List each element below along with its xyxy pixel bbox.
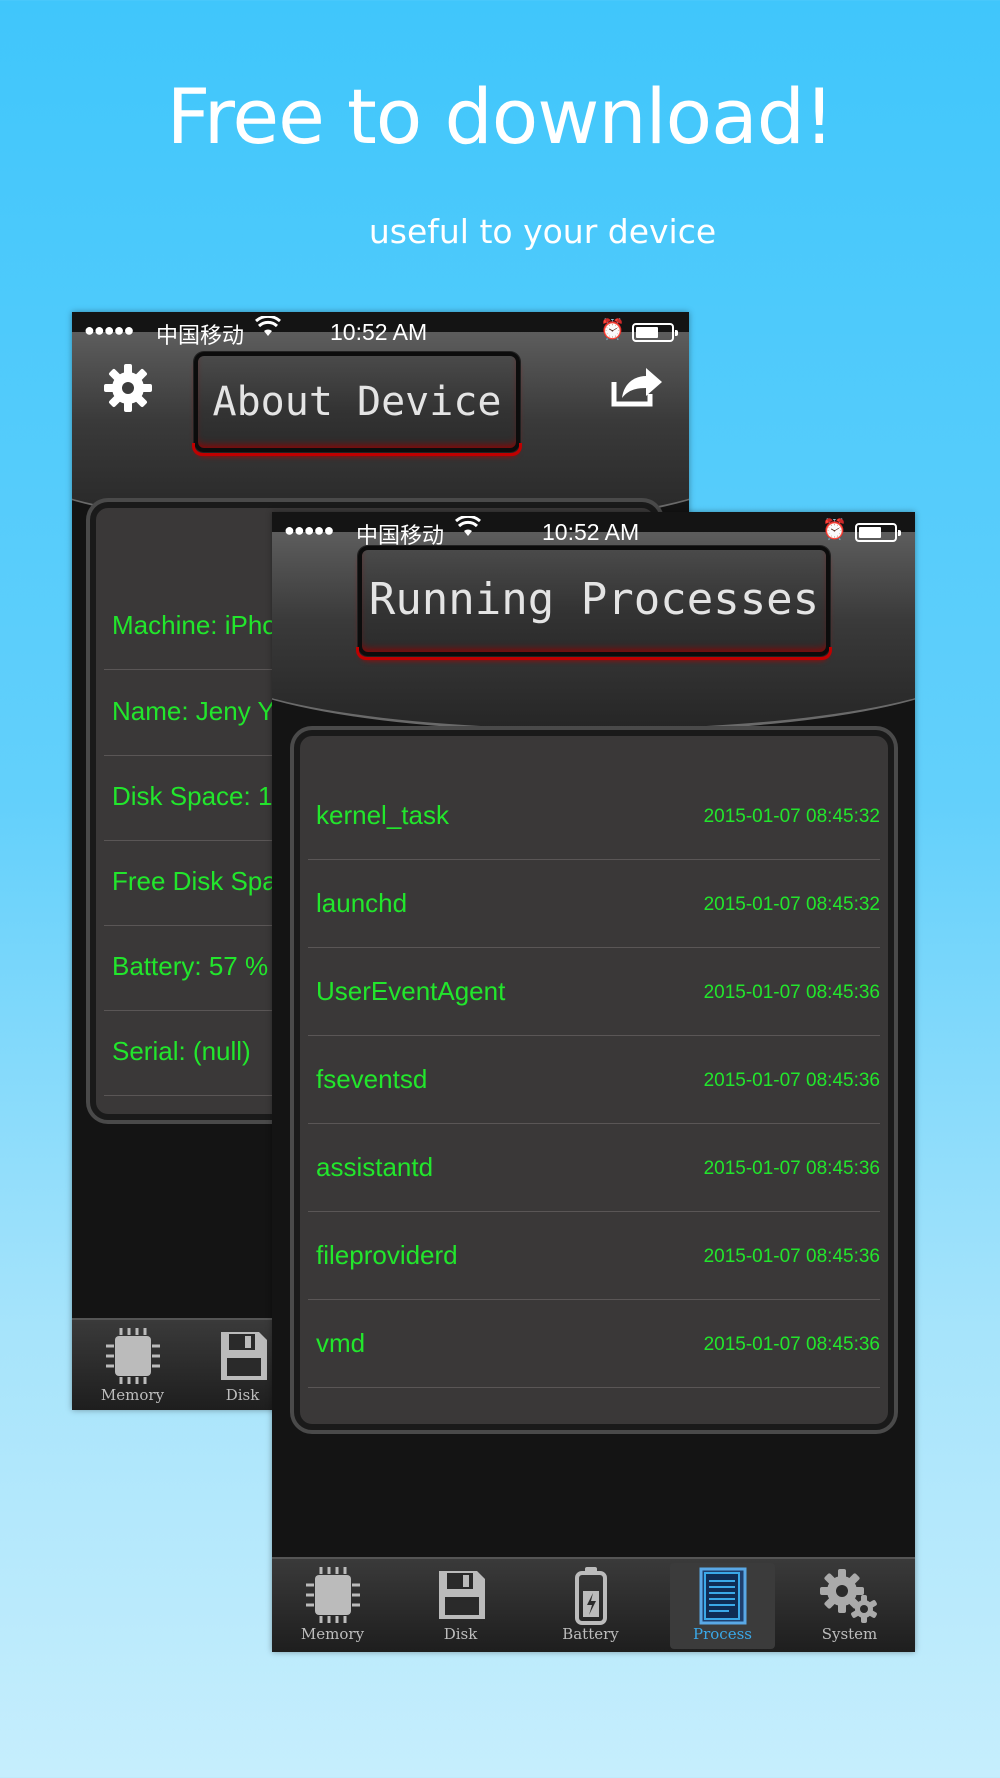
signal-dots: ●●●●● (284, 520, 334, 540)
process-name: launchd (316, 888, 408, 918)
process-name: vmd (316, 1328, 366, 1358)
gears-icon (797, 1565, 902, 1625)
process-row[interactable]: kernel_task 2015-01-07 08:45:32 (308, 772, 880, 860)
tab-process[interactable]: Process (670, 1563, 775, 1649)
info-label: Machine: iPho (112, 610, 277, 640)
chip-icon (280, 1565, 385, 1625)
battery-icon (538, 1565, 643, 1625)
status-time: 10:52 AM (330, 319, 428, 345)
battery-status-icon (855, 523, 901, 542)
process-row[interactable]: assistantd 2015-01-07 08:45:36 (308, 1124, 880, 1212)
settings-gear-icon[interactable] (102, 362, 154, 419)
process-row[interactable]: vmd 2015-01-07 08:45:36 (308, 1300, 880, 1388)
wifi-icon (455, 514, 481, 544)
process-start-time: 2015-01-07 08:45:36 (703, 1246, 880, 1267)
tab-label: System (821, 1625, 878, 1643)
info-label: Name: Jeny Yo (112, 696, 287, 726)
process-start-time: 2015-01-07 08:45:36 (703, 1334, 880, 1355)
running-processes-title: Running Processes (356, 546, 832, 660)
tab-label: Memory (100, 1386, 165, 1404)
process-start-time: 2015-01-07 08:45:36 (703, 1158, 880, 1179)
tab-memory[interactable]: Memory (80, 1324, 185, 1410)
battery-status-icon (632, 323, 678, 342)
chip-icon (80, 1326, 185, 1386)
info-label: Serial: (null) (112, 1036, 251, 1066)
status-bar: ●●●●● 中国移动 10:52 AM ⏰ (72, 312, 689, 350)
process-name: assistantd (316, 1152, 434, 1182)
floppy-disk-icon (408, 1565, 513, 1625)
tab-system[interactable]: System (797, 1563, 902, 1649)
process-name: fileproviderd (316, 1240, 458, 1270)
process-name: UserEventAgent (316, 976, 506, 1006)
process-start-time: 2015-01-07 08:45:32 (703, 894, 880, 915)
alarm-icon: ⏰ (822, 519, 847, 541)
process-tab-bar: Memory Disk Battery Process System (272, 1557, 915, 1652)
process-start-time: 2015-01-07 08:45:36 (703, 982, 880, 1003)
info-label: Battery: 57 % (112, 951, 269, 981)
process-name: kernel_task (316, 800, 449, 830)
running-processes-screen: ●●●●● 中国移动 10:52 AM ⏰ Running Processes … (272, 512, 915, 1652)
process-row[interactable]: fseventsd 2015-01-07 08:45:36 (308, 1036, 880, 1124)
signal-dots: ●●●●● (84, 320, 134, 340)
process-name: fseventsd (316, 1064, 428, 1094)
alarm-icon: ⏰ (600, 319, 625, 341)
status-bar: ●●●●● 中国移动 10:52 AM ⏰ (272, 512, 915, 550)
tab-label: Disk (443, 1625, 478, 1643)
about-device-title: About Device (192, 352, 522, 456)
promo-subline: useful to your device (368, 212, 717, 251)
document-icon (670, 1565, 775, 1625)
process-row[interactable]: launchd 2015-01-07 08:45:32 (308, 860, 880, 948)
share-icon[interactable] (610, 364, 664, 413)
process-row[interactable]: fileproviderd 2015-01-07 08:45:36 (308, 1212, 880, 1300)
wifi-icon (255, 314, 281, 344)
process-start-time: 2015-01-07 08:45:32 (703, 806, 880, 827)
tab-memory[interactable]: Memory (280, 1563, 385, 1649)
process-row[interactable]: UserEventAgent 2015-01-07 08:45:36 (308, 948, 880, 1036)
tab-label: Battery (562, 1625, 619, 1643)
status-time: 10:52 AM (542, 519, 640, 545)
process-list-panel: kernel_task 2015-01-07 08:45:32 launchd 20… (294, 730, 894, 1430)
tab-disk[interactable]: Disk (408, 1563, 513, 1649)
tab-label: Memory (300, 1625, 365, 1643)
process-start-time: 2015-01-07 08:45:36 (703, 1070, 880, 1091)
info-label: Disk Space: 1 (112, 781, 273, 811)
carrier-label: 中国移动 (156, 323, 245, 348)
promo-headline: Free to download! (166, 72, 835, 161)
info-label: Free Disk Spa (112, 866, 277, 896)
tab-label: Process (693, 1625, 752, 1643)
tab-battery[interactable]: Battery (538, 1563, 643, 1649)
